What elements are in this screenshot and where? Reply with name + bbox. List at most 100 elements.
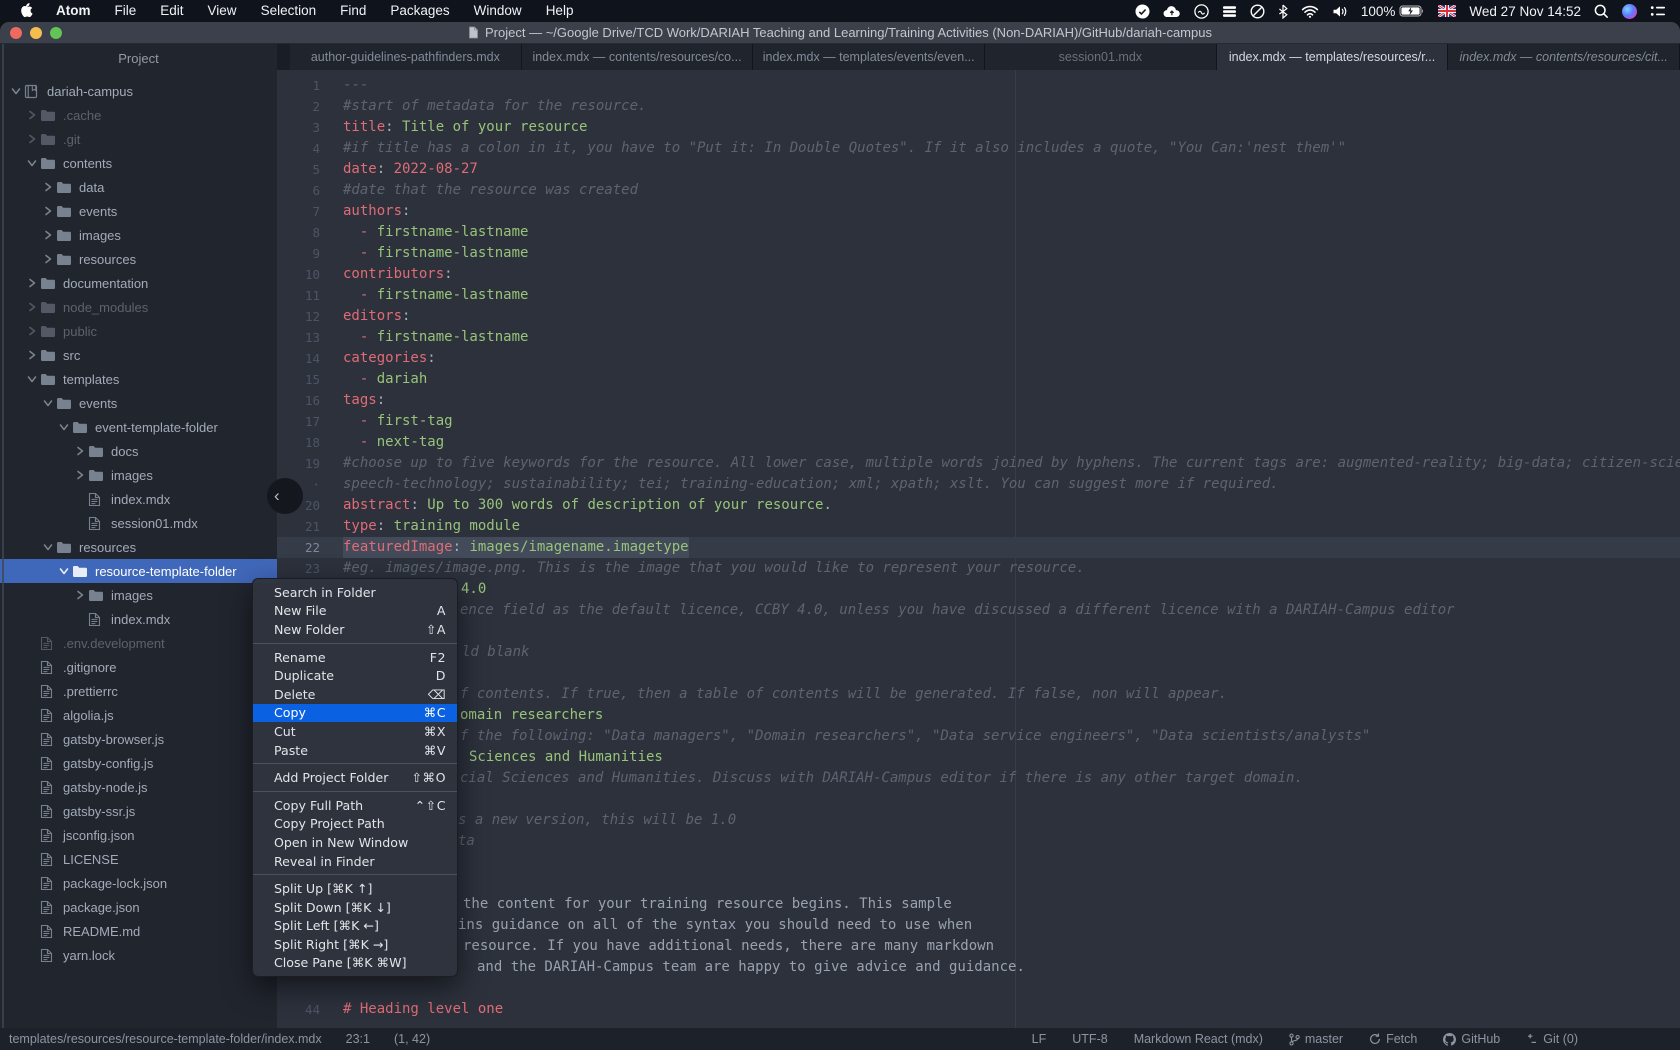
editor-line[interactable]: ·speech-technology; sustainability; tei;… bbox=[277, 474, 1680, 495]
siri-icon[interactable] bbox=[1622, 4, 1637, 19]
chevron-right-icon[interactable] bbox=[40, 254, 56, 264]
editor-line[interactable]: 8 - firstname-lastname bbox=[277, 222, 1680, 243]
tree-item-gatsby-browser-js[interactable]: gatsby-browser.js bbox=[0, 727, 277, 751]
chevron-down-icon[interactable] bbox=[24, 158, 40, 168]
status-git-branch[interactable]: master bbox=[1289, 1032, 1343, 1046]
creative-cloud-icon[interactable] bbox=[1194, 4, 1209, 19]
context-menu-item-open-in-new-window[interactable]: Open in New Window bbox=[253, 833, 457, 852]
tree-item-src[interactable]: src bbox=[0, 343, 277, 367]
status-grammar[interactable]: Markdown React (mdx) bbox=[1134, 1032, 1263, 1046]
editor-line[interactable]: 17 - first-tag bbox=[277, 411, 1680, 432]
context-menu-item-split-right-k-[interactable]: Split Right [⌘K →] bbox=[253, 935, 457, 954]
tree-item-event-template-folder[interactable]: event-template-folder bbox=[0, 415, 277, 439]
chevron-down-icon[interactable] bbox=[40, 542, 56, 552]
menu-bar-item-window[interactable]: Window bbox=[462, 0, 534, 22]
tree-item-data[interactable]: data bbox=[0, 175, 277, 199]
editor-line[interactable]: and the DARIAH-Campus team are happy to … bbox=[277, 957, 1680, 978]
chevron-down-icon[interactable] bbox=[56, 422, 72, 432]
text-editor[interactable]: 1---2#start of metadata for the resource… bbox=[277, 70, 1680, 1028]
apple-menu-icon[interactable] bbox=[18, 3, 44, 19]
tree-item-package-lock-json[interactable]: package-lock.json bbox=[0, 871, 277, 895]
menu-bar-item-selection[interactable]: Selection bbox=[249, 0, 329, 22]
tree-item-index-mdx[interactable]: index.mdx bbox=[0, 487, 277, 511]
editor-line[interactable] bbox=[277, 789, 1680, 810]
editor-line[interactable]: ence field as the default licence, CCBY … bbox=[277, 600, 1680, 621]
menu-bar-item-edit[interactable]: Edit bbox=[148, 0, 195, 22]
editor-tab-4[interactable]: session01.mdx bbox=[985, 44, 1217, 70]
menu-bar-item-packages[interactable]: Packages bbox=[378, 0, 461, 22]
chevron-right-icon[interactable] bbox=[24, 350, 40, 360]
tree-item-algolia-js[interactable]: algolia.js bbox=[0, 703, 277, 727]
stack-icon[interactable] bbox=[1222, 5, 1237, 18]
context-menu-item-split-down-k-[interactable]: Split Down [⌘K ↓] bbox=[253, 898, 457, 917]
chevron-right-icon[interactable] bbox=[40, 182, 56, 192]
chevron-right-icon[interactable] bbox=[72, 446, 88, 456]
tree-item-gatsby-ssr-js[interactable]: gatsby-ssr.js bbox=[0, 799, 277, 823]
circle-slash-icon[interactable] bbox=[1250, 4, 1265, 19]
editor-line[interactable]: 1--- bbox=[277, 75, 1680, 96]
context-menu-item-copy[interactable]: Copy⌘C bbox=[253, 704, 457, 723]
editor-line[interactable]: 2#start of metadata for the resource. bbox=[277, 96, 1680, 117]
chevron-right-icon[interactable] bbox=[72, 590, 88, 600]
editor-line[interactable]: 21type: training module bbox=[277, 516, 1680, 537]
editor-line[interactable]: resource. If you have additional needs, … bbox=[277, 936, 1680, 957]
chevron-right-icon[interactable] bbox=[40, 230, 56, 240]
editor-line[interactable]: 19#choose up to five keywords for the re… bbox=[277, 453, 1680, 474]
editor-line[interactable]: f the following: "Data managers", "Domai… bbox=[277, 726, 1680, 747]
tree-item--env-development[interactable]: .env.development bbox=[0, 631, 277, 655]
chevron-right-icon[interactable] bbox=[40, 206, 56, 216]
editor-line[interactable]: 14categories: bbox=[277, 348, 1680, 369]
volume-icon[interactable] bbox=[1332, 5, 1348, 18]
chevron-down-icon[interactable] bbox=[24, 374, 40, 384]
editor-line[interactable]: 6#date that the resource was created bbox=[277, 180, 1680, 201]
chevron-right-icon[interactable] bbox=[72, 470, 88, 480]
context-menu-item-add-project-folder[interactable]: Add Project Folder⇧⌘O bbox=[253, 768, 457, 787]
check-circle-icon[interactable] bbox=[1135, 4, 1150, 19]
tree-item-events[interactable]: events bbox=[0, 391, 277, 415]
chevron-right-icon[interactable] bbox=[24, 110, 40, 120]
context-menu-item-rename[interactable]: RenameF2 bbox=[253, 648, 457, 667]
status-fetch[interactable]: Fetch bbox=[1369, 1032, 1417, 1046]
chevron-right-icon[interactable] bbox=[24, 278, 40, 288]
tree-collapse-toggle[interactable]: ‹ bbox=[267, 478, 303, 514]
tree-item--gitignore[interactable]: .gitignore bbox=[0, 655, 277, 679]
tree-item--cache[interactable]: .cache bbox=[0, 103, 277, 127]
editor-line[interactable]: 22featuredImage: images/imagename.imaget… bbox=[277, 537, 1680, 558]
context-menu-item-close-pane-k-w-[interactable]: Close Pane [⌘K ⌘W] bbox=[253, 954, 457, 973]
editor-line[interactable]: s a new version, this will be 1.0 bbox=[277, 810, 1680, 831]
menu-bar-item-help[interactable]: Help bbox=[534, 0, 586, 22]
status-cursor-position[interactable]: 23:1 bbox=[346, 1032, 370, 1046]
tree-item-session01-mdx[interactable]: session01.mdx bbox=[0, 511, 277, 535]
chevron-right-icon[interactable] bbox=[24, 134, 40, 144]
tree-item-jsconfig-json[interactable]: jsconfig.json bbox=[0, 823, 277, 847]
context-menu-item-copy-full-path[interactable]: Copy Full Path⌃⇧C bbox=[253, 796, 457, 815]
tree-item-index-mdx[interactable]: index.mdx bbox=[0, 607, 277, 631]
editor-tab-1[interactable]: author-guidelines-pathfinders.mdx bbox=[290, 44, 522, 70]
editor-line[interactable]: 11 - firstname-lastname bbox=[277, 285, 1680, 306]
editor-tab-6[interactable]: index.mdx — contents/resources/cit... bbox=[1448, 44, 1680, 70]
keyboard-flag-icon[interactable] bbox=[1438, 5, 1456, 17]
editor-line[interactable]: cial Sciences and Humanities. Discuss wi… bbox=[277, 768, 1680, 789]
context-menu-item-new-file[interactable]: New FileA bbox=[253, 602, 457, 621]
cloud-upload-icon[interactable] bbox=[1163, 5, 1181, 18]
tree-item-images[interactable]: images bbox=[0, 583, 277, 607]
notification-center-icon[interactable] bbox=[1650, 5, 1666, 17]
context-menu-item-search-in-folder[interactable]: Search in Folder bbox=[253, 583, 457, 602]
bluetooth-icon[interactable] bbox=[1278, 4, 1288, 19]
status-github[interactable]: GitHub bbox=[1443, 1032, 1500, 1046]
editor-line[interactable] bbox=[277, 978, 1680, 999]
minimize-window-button[interactable] bbox=[30, 27, 42, 39]
editor-line[interactable]: 23#eg. images/image.png. This is the ima… bbox=[277, 558, 1680, 579]
menu-bar-item-atom[interactable]: Atom bbox=[44, 0, 103, 22]
editor-line[interactable] bbox=[277, 621, 1680, 642]
editor-line[interactable] bbox=[277, 852, 1680, 873]
tree-item-public[interactable]: public bbox=[0, 319, 277, 343]
tree-item-yarn-lock[interactable]: yarn.lock bbox=[0, 943, 277, 967]
editor-line[interactable] bbox=[277, 873, 1680, 894]
tree-item--git[interactable]: .git bbox=[0, 127, 277, 151]
editor-line[interactable]: 20abstract: Up to 300 words of descripti… bbox=[277, 495, 1680, 516]
tree-item-dariah-campus[interactable]: dariah-campus bbox=[0, 79, 277, 103]
editor-line[interactable]: 9 - firstname-lastname bbox=[277, 243, 1680, 264]
tree-item-gatsby-config-js[interactable]: gatsby-config.js bbox=[0, 751, 277, 775]
context-menu-item-split-up-k-[interactable]: Split Up [⌘K ↑] bbox=[253, 879, 457, 898]
